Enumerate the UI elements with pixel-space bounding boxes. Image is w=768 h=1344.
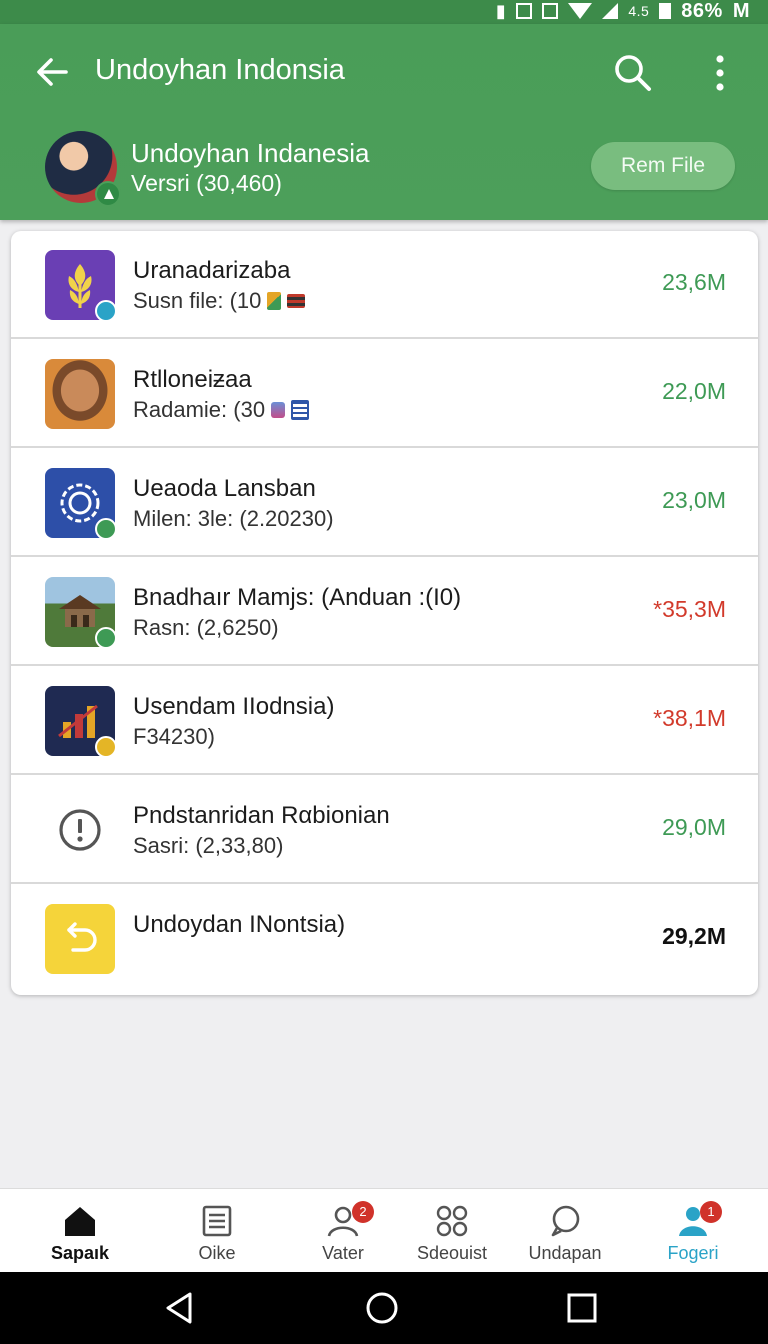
signal-icon bbox=[602, 3, 619, 19]
gear-app-icon bbox=[45, 468, 117, 540]
status-icons: ▮ 4.5 86% M bbox=[496, 0, 750, 24]
nav-item-sdeouist[interactable]: Sdeouist bbox=[392, 1189, 512, 1273]
item-subtitle-text: Rasn: (2,6250) bbox=[133, 615, 279, 640]
pavilion-app-icon bbox=[45, 577, 117, 649]
battery-icon bbox=[659, 3, 672, 19]
rem-file-button[interactable]: Rem File bbox=[591, 142, 735, 190]
list-item[interactable]: Usendam IIodnsia) F34230) *38,1M bbox=[11, 667, 758, 775]
list-item[interactable]: Ueaoda Lansban Milen: 3le: (2.20230) 23,… bbox=[11, 449, 758, 557]
nav-item-home[interactable]: Sapaık bbox=[20, 1189, 140, 1273]
back-triangle-icon[interactable] bbox=[162, 1290, 198, 1326]
back-button[interactable] bbox=[32, 52, 72, 92]
nav-label: Sdeouist bbox=[416, 1243, 488, 1263]
item-title: Undoydan INontsia) bbox=[133, 911, 346, 938]
notes-icon bbox=[291, 400, 310, 420]
nav-item-chat[interactable]: Undapan bbox=[505, 1189, 625, 1273]
document-icon bbox=[202, 1205, 232, 1237]
verified-badge-icon bbox=[95, 181, 121, 207]
notification-badge: 1 bbox=[700, 1201, 722, 1223]
app-title: Undoyhan Indonsia bbox=[95, 54, 345, 86]
item-size: 29,2M bbox=[662, 923, 726, 949]
layers-icon bbox=[271, 402, 286, 418]
item-size: *38,1M bbox=[653, 705, 726, 731]
nav-item-profile[interactable]: 1 Fogeri bbox=[633, 1189, 753, 1273]
profile-avatar[interactable] bbox=[45, 131, 121, 207]
app-bar: Undoyhan Indonsia Undoyhan Indanesia Ver… bbox=[0, 24, 768, 220]
item-title: Bnadhaır Mamjs: (Anduan :(I0) bbox=[133, 584, 462, 611]
nfc-icon bbox=[516, 3, 533, 19]
carrier-label: M bbox=[732, 0, 750, 22]
chart-app-icon bbox=[45, 686, 117, 758]
home-icon bbox=[65, 1207, 95, 1236]
wheat-app-icon bbox=[45, 250, 117, 322]
badge-icon bbox=[95, 300, 117, 322]
item-subtitle-text: Milen: 3le: (2.20230) bbox=[133, 506, 334, 531]
list-item[interactable]: Uranadarizaba Susn file: (10 23,6M bbox=[11, 231, 758, 339]
nav-item-vater[interactable]: 2 Vater bbox=[283, 1189, 403, 1273]
item-title: Rtlloneiƶaa bbox=[133, 366, 252, 393]
item-subtitle: Susn file: (10 bbox=[133, 288, 306, 314]
battery-level: 86% bbox=[681, 0, 723, 22]
list-item[interactable]: Bnadhaır Mamjs: (Anduan :(I0) Rasn: (2,6… bbox=[11, 558, 758, 666]
item-size: 23,6M bbox=[662, 269, 726, 295]
badge-icon bbox=[95, 518, 117, 540]
item-title: Pndstanridan Rαbionian bbox=[133, 802, 390, 829]
badge-icon bbox=[95, 736, 117, 758]
list-item[interactable]: Undoydan INontsia) 29,2M bbox=[11, 885, 758, 993]
nav-label: Vater bbox=[322, 1243, 364, 1263]
item-subtitle: F34230) bbox=[133, 724, 215, 750]
list-item[interactable]: Pndstanridan Rαbionian Sasri: (2,33,80) … bbox=[11, 776, 758, 884]
system-navigation-bar bbox=[0, 1272, 768, 1344]
recents-square-icon[interactable] bbox=[564, 1290, 600, 1326]
item-title: Uranadarizaba bbox=[133, 257, 291, 284]
item-subtitle-text: Sasri: (2,33,80) bbox=[133, 833, 284, 858]
item-size: 29,0M bbox=[662, 814, 726, 840]
chat-icon bbox=[551, 1205, 580, 1237]
item-subtitle: Milen: 3le: (2.20230) bbox=[133, 506, 334, 532]
item-subtitle-text: F34230) bbox=[133, 724, 215, 749]
badge-icon bbox=[95, 627, 117, 649]
sim-icon bbox=[542, 3, 559, 19]
item-size: 23,0M bbox=[662, 487, 726, 513]
search-icon bbox=[615, 55, 651, 91]
list-item[interactable]: Rtlloneiƶaa Radamie: (30 22,0M bbox=[11, 340, 758, 448]
item-size: 22,0M bbox=[662, 378, 726, 404]
portrait-app-icon bbox=[45, 359, 115, 429]
stack-icon bbox=[287, 294, 306, 308]
wifi-icon bbox=[568, 3, 593, 19]
alert-icon bbox=[45, 795, 115, 865]
vibrate-icon: ▮ bbox=[495, 0, 507, 21]
item-subtitle-text: Radamie: (30 bbox=[133, 397, 266, 422]
nav-label: Sapaık bbox=[50, 1243, 110, 1263]
bottom-navigation: Sapaık Oike 2 Vater Sdeouist Undapan 1 F… bbox=[0, 1188, 768, 1273]
nav-label: Oike bbox=[198, 1243, 236, 1263]
status-bar: ▮ 4.5 86% M bbox=[0, 0, 768, 24]
notification-badge: 2 bbox=[352, 1201, 374, 1223]
profile-version: Versri (30,460) bbox=[131, 170, 282, 196]
arrow-left-icon bbox=[37, 58, 68, 86]
nav-item-documents[interactable]: Oike bbox=[157, 1189, 277, 1273]
nav-label: Undapan bbox=[528, 1243, 602, 1263]
network-label: 4.5 bbox=[628, 3, 650, 19]
item-subtitle: Radamie: (30 bbox=[133, 397, 310, 423]
item-title: Usendam IIodnsia) bbox=[133, 693, 335, 720]
home-circle-icon[interactable] bbox=[364, 1290, 400, 1326]
profile-name: Undoyhan Indanesia bbox=[131, 138, 370, 168]
more-vert-icon bbox=[716, 55, 724, 91]
apps-icon bbox=[436, 1205, 468, 1237]
search-button[interactable] bbox=[612, 52, 654, 94]
item-size: *35,3M bbox=[653, 596, 726, 622]
item-title: Ueaoda Lansban bbox=[133, 475, 316, 502]
item-subtitle: Sasri: (2,33,80) bbox=[133, 833, 283, 859]
leaf-icon bbox=[267, 292, 282, 310]
item-subtitle-text: Susn file: (10 bbox=[133, 288, 262, 313]
return-app-icon bbox=[45, 904, 115, 974]
app-list: Uranadarizaba Susn file: (10 23,6M Rtllo… bbox=[11, 231, 758, 995]
nav-label: Fogeri bbox=[667, 1243, 719, 1263]
item-subtitle: Rasn: (2,6250) bbox=[133, 615, 279, 641]
more-options-button[interactable] bbox=[704, 52, 736, 94]
